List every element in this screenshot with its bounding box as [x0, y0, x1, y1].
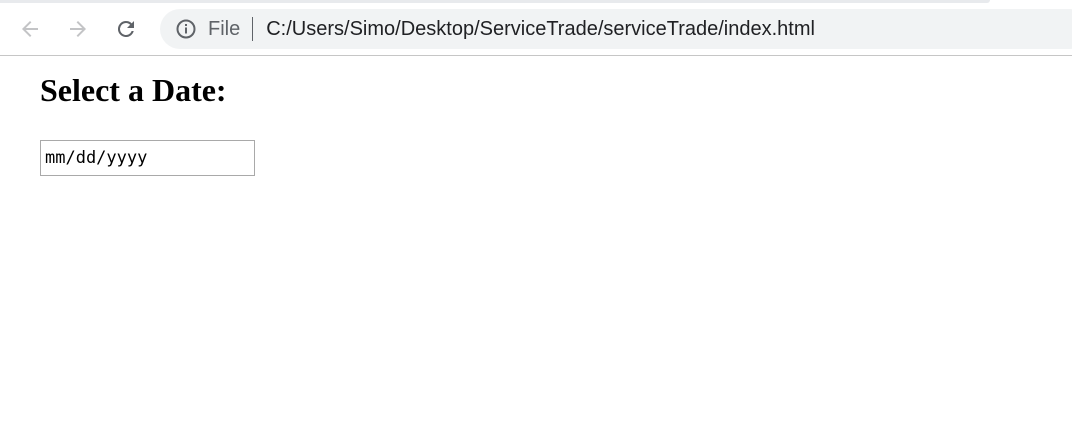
- info-icon[interactable]: [175, 18, 197, 40]
- tab-strip-edge: [0, 0, 990, 3]
- url-text[interactable]: C:/Users/Simo/Desktop/ServiceTrade/servi…: [266, 18, 815, 41]
- back-arrow-icon: [22, 21, 38, 37]
- page-title: Select a Date:: [40, 72, 227, 108]
- scheme-label: File: [208, 17, 241, 40]
- browser-toolbar: File C:/Users/Simo/Desktop/ServiceTrade/…: [0, 0, 1072, 56]
- forward-button[interactable]: [62, 13, 94, 45]
- address-bar[interactable]: File C:/Users/Simo/Desktop/ServiceTrade/…: [160, 9, 1072, 49]
- page-content: Select a Date: mm/dd/yyyy: [0, 56, 1072, 176]
- date-input-placeholder: mm/dd/yyyy: [45, 148, 148, 168]
- address-separator: [252, 17, 254, 41]
- forward-arrow-icon: [70, 21, 86, 37]
- reload-icon: [117, 20, 134, 37]
- back-button[interactable]: [14, 13, 46, 45]
- date-input[interactable]: mm/dd/yyyy: [40, 140, 255, 176]
- reload-button[interactable]: [110, 13, 142, 45]
